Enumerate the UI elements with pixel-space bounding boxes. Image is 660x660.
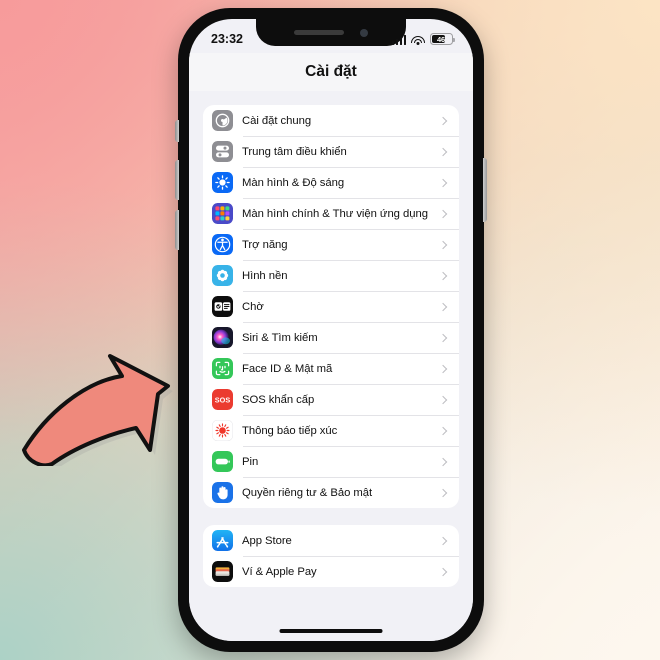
chevron-right-icon (438, 209, 448, 218)
settings-row-label: Hình nền (242, 269, 288, 282)
power-button[interactable] (483, 158, 487, 222)
settings-row[interactable]: Màn hình & Độ sáng (203, 167, 459, 198)
chevron-right-icon (438, 147, 448, 156)
settings-row-label: Quyền riêng tư & Bảo mật (242, 486, 373, 499)
mute-switch[interactable] (175, 120, 179, 142)
home-indicator (279, 629, 383, 633)
settings-group-store: App Store Ví & Apple Pay (203, 525, 459, 587)
settings-row-label: Thông báo tiếp xúc (242, 424, 338, 437)
status-time: 23:32 (211, 32, 243, 46)
app-store-icon (212, 530, 233, 551)
settings-row[interactable]: Màn hình chính & Thư viện ứng dụng (203, 198, 459, 229)
chevron-right-icon (438, 271, 448, 280)
gear-icon (212, 110, 233, 131)
accessibility-icon (212, 234, 233, 255)
settings-row[interactable]: Hình nền (203, 260, 459, 291)
battery-icon: 46 (430, 33, 455, 45)
settings-row-label: SOS khẩn cấp (242, 393, 315, 406)
chevron-right-icon (438, 240, 448, 249)
settings-row[interactable]: SOS SOS khẩn cấp (203, 384, 459, 415)
standby-icon (212, 296, 233, 317)
settings-row[interactable]: Face ID & Mật mã (203, 353, 459, 384)
chevron-right-icon (438, 536, 448, 545)
cellular-signal-icon (391, 35, 406, 45)
settings-row[interactable]: Ví & Apple Pay (203, 556, 459, 587)
chevron-right-icon (438, 488, 448, 497)
battery-percent-label: 46 (437, 34, 445, 44)
chevron-right-icon (438, 302, 448, 311)
wallet-icon (212, 561, 233, 582)
iphone-device: 23:32 46 Cài đặt Cài đặt chung Trung tâm… (175, 8, 487, 652)
settings-row[interactable]: App Store (203, 525, 459, 556)
privacy-hand-icon (212, 482, 233, 503)
brightness-icon (212, 172, 233, 193)
chevron-right-icon (438, 178, 448, 187)
pointing-arrow (22, 354, 173, 466)
chevron-right-icon (438, 426, 448, 435)
chevron-right-icon (438, 457, 448, 466)
phone-screen: 23:32 46 Cài đặt Cài đặt chung Trung tâm… (189, 19, 473, 641)
status-bar: 23:32 46 (189, 19, 473, 53)
settings-row[interactable]: Chờ (203, 291, 459, 322)
settings-row-label: Ví & Apple Pay (242, 565, 317, 578)
settings-row-label: Màn hình chính & Thư viện ứng dụng (242, 207, 428, 220)
status-indicators: 46 (391, 33, 455, 45)
settings-row-label: Chờ (242, 300, 264, 313)
settings-row[interactable]: Quyền riêng tư & Bảo mật (203, 477, 459, 508)
settings-row[interactable]: Thông báo tiếp xúc (203, 415, 459, 446)
settings-row-label: Pin (242, 455, 259, 468)
volume-down-button[interactable] (175, 210, 179, 250)
wallpaper-icon (212, 265, 233, 286)
app-library-icon (212, 203, 233, 224)
settings-row-label: Cài đặt chung (242, 114, 312, 127)
settings-row[interactable]: Cài đặt chung (203, 105, 459, 136)
page-title: Cài đặt (305, 63, 357, 80)
screenshot-stage: 23:32 46 Cài đặt Cài đặt chung Trung tâm… (0, 0, 660, 660)
chevron-right-icon (438, 395, 448, 404)
settings-row-label: Trợ năng (242, 238, 288, 251)
settings-row-label: Màn hình & Độ sáng (242, 176, 345, 189)
settings-row-label: App Store (242, 534, 292, 547)
volume-up-button[interactable] (175, 160, 179, 200)
settings-row-label: Siri & Tìm kiếm (242, 331, 318, 344)
settings-row-label: Trung tâm điều khiển (242, 145, 347, 158)
settings-row[interactable]: Siri & Tìm kiếm (203, 322, 459, 353)
control-center-icon (212, 141, 233, 162)
navigation-bar: Cài đặt (189, 53, 473, 91)
chevron-right-icon (438, 116, 448, 125)
settings-row[interactable]: Trợ năng (203, 229, 459, 260)
settings-row[interactable]: Trung tâm điều khiển (203, 136, 459, 167)
chevron-right-icon (438, 333, 448, 342)
wifi-icon (411, 35, 425, 45)
settings-row-label: Face ID & Mật mã (242, 362, 333, 375)
settings-list[interactable]: Cài đặt chung Trung tâm điều khiển Màn h… (189, 91, 473, 641)
settings-group-main: Cài đặt chung Trung tâm điều khiển Màn h… (203, 105, 459, 508)
chevron-right-icon (438, 567, 448, 576)
settings-row[interactable]: Pin (203, 446, 459, 477)
chevron-right-icon (438, 364, 448, 373)
